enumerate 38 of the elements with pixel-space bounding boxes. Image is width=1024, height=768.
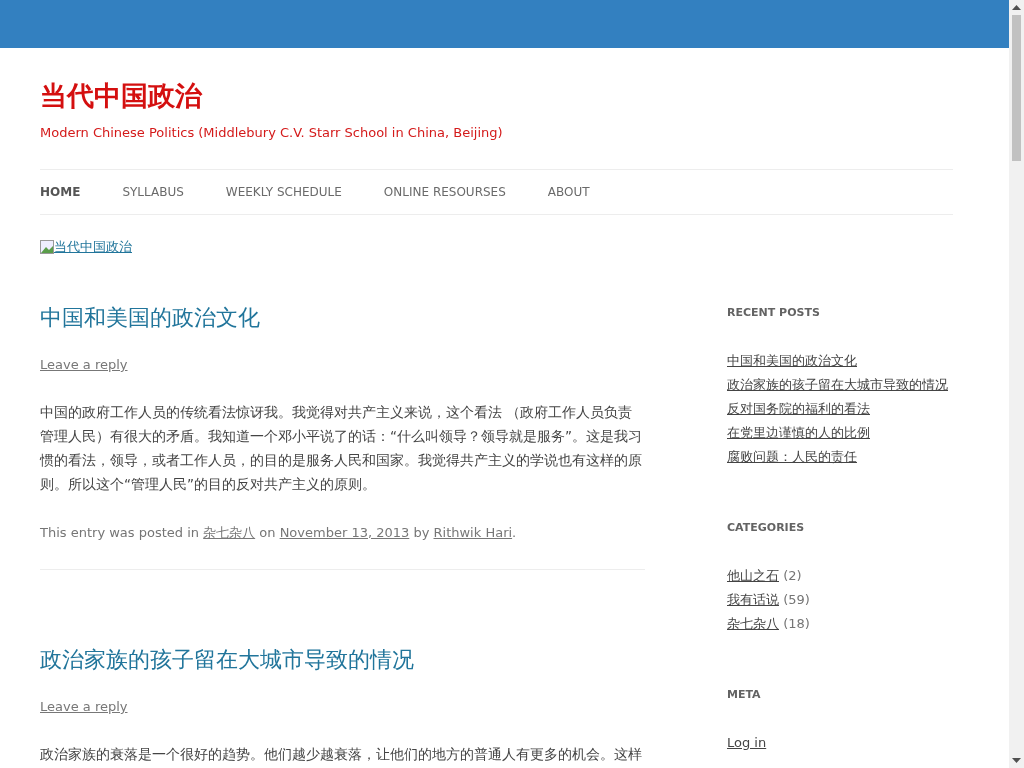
nav-link[interactable]: ABOUT: [547, 185, 590, 199]
post-title[interactable]: 政治家族的孩子留在大城市导致的情况: [40, 645, 414, 675]
sidebar-link[interactable]: 中国和美国的政治文化: [727, 353, 857, 368]
nav-link[interactable]: WEEKLY SCHEDULE: [225, 185, 342, 199]
leave-reply-link[interactable]: Leave a reply: [40, 357, 128, 372]
sidebar-link[interactable]: 反对国务院的福利的看法: [727, 401, 870, 416]
post-count: (2): [783, 568, 802, 583]
site-title[interactable]: 当代中国政治: [40, 78, 202, 114]
post-body: 政治家族的衰落是一个很好的趋势。他们越少越衰落，让他们的地方的普通人有更多的机会。这样: [40, 745, 643, 764]
widget-heading: META: [727, 687, 761, 703]
scroll-down-icon[interactable]: [1012, 758, 1021, 764]
banner-image-link[interactable]: 当代中国政治: [54, 239, 132, 255]
date-link[interactable]: November 13, 2013: [279, 525, 410, 540]
sidebar-link[interactable]: Log in: [727, 735, 767, 750]
nav-link[interactable]: ONLINE RESOURSES: [383, 185, 506, 199]
nav-link[interactable]: HOME: [40, 185, 81, 199]
site-tagline: Modern Chinese Politics (Middlebury C.V. Starr School in China, Beijing): [40, 125, 503, 140]
post-meta: This entry was posted in 杂七杂八 on November 13, 2013 by Rithwik Hari.: [40, 525, 517, 540]
post-title[interactable]: 中国和美国的政治文化: [40, 303, 260, 333]
sidebar-link[interactable]: 腐败问题：人民的责任: [727, 449, 857, 464]
author-link[interactable]: Rithwik Hari: [433, 525, 513, 540]
sidebar-link[interactable]: 政治家族的孩子留在大城市导致的情况: [727, 377, 948, 392]
scrollbar-thumb[interactable]: [1012, 15, 1021, 161]
sidebar-link[interactable]: 杂七杂八: [727, 616, 779, 631]
post-count: (59): [783, 592, 810, 607]
widget-heading: CATEGORIES: [727, 520, 805, 536]
leave-reply-link[interactable]: Leave a reply: [40, 699, 128, 714]
scrollbar[interactable]: [1009, 0, 1024, 768]
widget-heading: RECENT POSTS: [727, 305, 820, 321]
post-count: (18): [783, 616, 810, 631]
sidebar-link[interactable]: 我有话说: [727, 592, 779, 607]
broken-image-icon: [40, 239, 54, 255]
sidebar-link[interactable]: 他山之石: [727, 568, 779, 583]
sidebar-link[interactable]: 在党里边谨慎的人的比例: [727, 425, 870, 440]
scroll-up-icon[interactable]: [1012, 4, 1021, 10]
nav-link[interactable]: SYLLABUS: [122, 185, 184, 199]
category-link[interactable]: 杂七杂八: [203, 525, 256, 540]
post-body: 中国的政府工作人员的传统看法惊讶我。我觉得对共产主义来说，这个看法 （政府工作人员负责管理人民）有很大的矛盾。我知道一个邓小平说了的话：“什么叫领导？领导就是服务”。这是我习惯的看法，领导，或者工作人员，的目的是服务人民和国家。我觉得共产主义的学说也有这样的原则。所以这个“管理人民”的目的反对共产主义的原则。: [40, 403, 643, 494]
